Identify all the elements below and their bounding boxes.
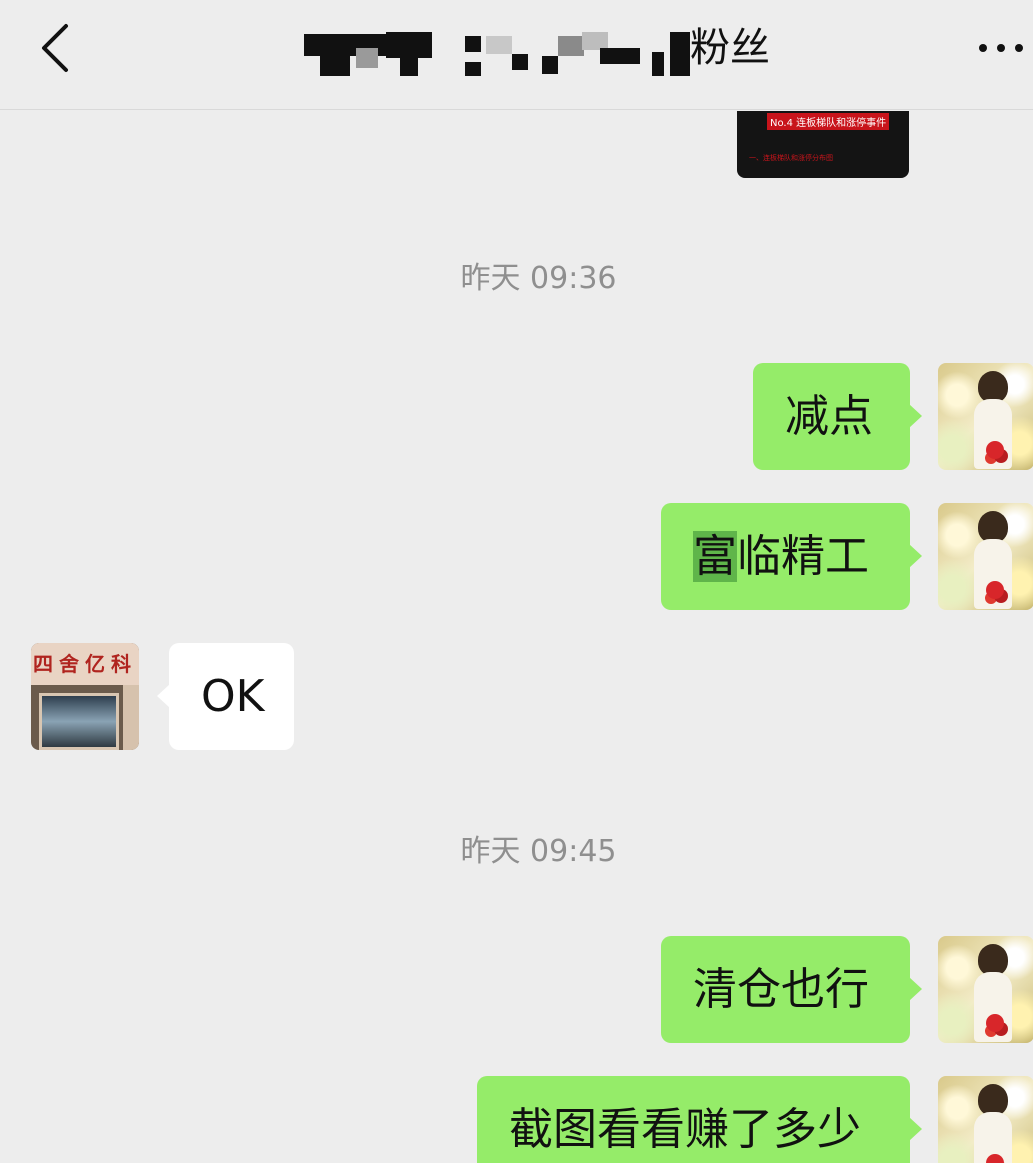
timestamp: 昨天 09:45 — [460, 834, 617, 869]
message-text: OK — [201, 671, 265, 722]
my-avatar[interactable] — [938, 1076, 1033, 1163]
message-bubble-outgoing[interactable]: 减点 — [753, 363, 922, 470]
chat-message-list[interactable]: No.4 连板梯队和涨停事件 一、连板梯队和涨停分布图 昨天 09:36 减点 … — [0, 111, 1033, 1163]
chat-title: 粉丝 — [300, 22, 780, 82]
back-button[interactable] — [30, 20, 90, 80]
message-bubble-outgoing[interactable]: 截图看看赚了多少 — [477, 1076, 922, 1163]
image-caption: No.4 连板梯队和涨停事件 — [767, 113, 890, 130]
chevron-left-icon — [42, 24, 68, 72]
more-button[interactable] — [977, 30, 1027, 70]
my-avatar[interactable] — [938, 363, 1033, 470]
chat-title-text: 粉丝 — [690, 25, 770, 71]
avatar-sign-text: 四舍亿科 — [31, 643, 139, 685]
chat-header: 粉丝 — [0, 0, 1033, 110]
contact-avatar[interactable]: 四舍亿科 — [31, 643, 139, 750]
my-avatar[interactable] — [938, 503, 1033, 610]
redacted-name-mosaic — [300, 28, 700, 76]
message-text: 减点 — [785, 391, 873, 442]
highlighted-text: 富 — [693, 531, 737, 582]
image-subcaption: 一、连板梯队和涨停分布图 — [749, 154, 833, 162]
message-bubble-incoming[interactable]: OK — [157, 643, 294, 750]
timestamp: 昨天 09:36 — [460, 261, 617, 296]
image-message[interactable]: No.4 连板梯队和涨停事件 一、连板梯队和涨停分布图 — [737, 111, 909, 178]
message-bubble-outgoing[interactable]: 清仓也行 — [661, 936, 922, 1043]
my-avatar[interactable] — [938, 936, 1033, 1043]
message-bubble-outgoing[interactable]: 富临精工 — [661, 503, 922, 610]
message-text: 清仓也行 — [693, 964, 869, 1015]
message-text: 临精工 — [737, 531, 869, 582]
message-text: 截图看看赚了多少 — [509, 1104, 861, 1155]
